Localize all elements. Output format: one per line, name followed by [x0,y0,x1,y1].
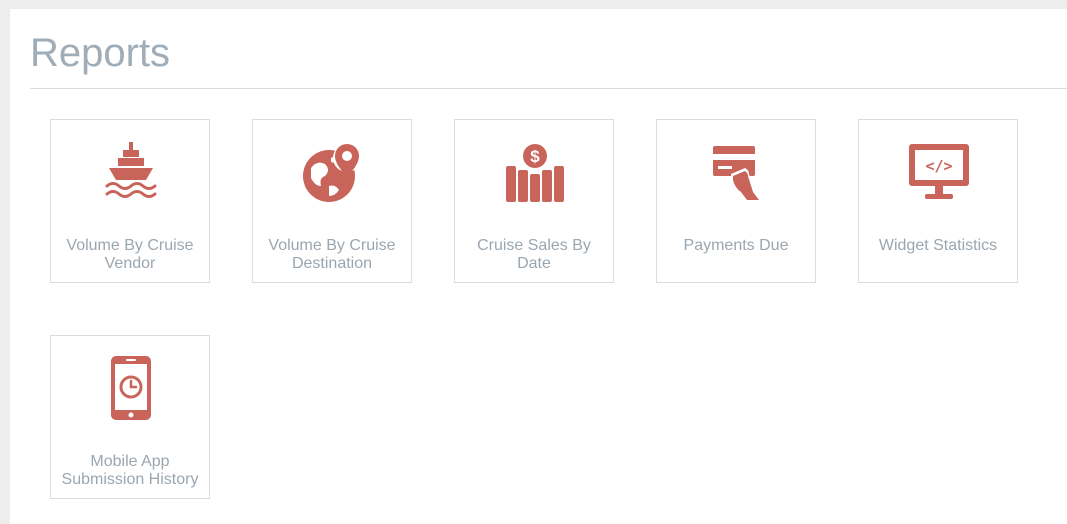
svg-text:</>: </> [925,157,952,175]
globe-pin-icon [301,140,365,204]
reports-panel: Reports Volume By Cruise Vendor Volume B… [10,9,1067,524]
mobile-clock-icon [99,356,163,420]
monitor-code-icon: </> [907,140,971,204]
report-tile-payments-due[interactable]: Payments Due [656,119,816,283]
report-tile-mobile-app-submission-history[interactable]: Mobile App Submission History [50,335,210,499]
report-tile-volume-by-cruise-vendor[interactable]: Volume By Cruise Vendor [50,119,210,283]
report-tile-label: Cruise Sales By Date [477,237,591,272]
report-tile-label: Widget Statistics [878,237,998,254]
report-tile-label: Volume By Cruise Vendor [66,237,194,272]
cruise-ship-icon [99,140,163,204]
report-tile-widget-statistics[interactable]: </> Widget Statistics [858,119,1018,283]
title-divider [30,88,1067,89]
dollar-bar-chart-icon: $ [503,140,567,204]
report-tile-label: Payments Due [683,237,789,254]
page-title: Reports [30,31,171,75]
svg-text:$: $ [530,147,540,166]
credit-card-hand-icon [705,140,769,204]
report-tile-volume-by-cruise-destination[interactable]: Volume By Cruise Destination [252,119,412,283]
report-tile-cruise-sales-by-date[interactable]: $ Cruise Sales By Date [454,119,614,283]
report-tile-label: Mobile App Submission History [61,453,199,488]
report-tile-label: Volume By Cruise Destination [268,237,396,272]
